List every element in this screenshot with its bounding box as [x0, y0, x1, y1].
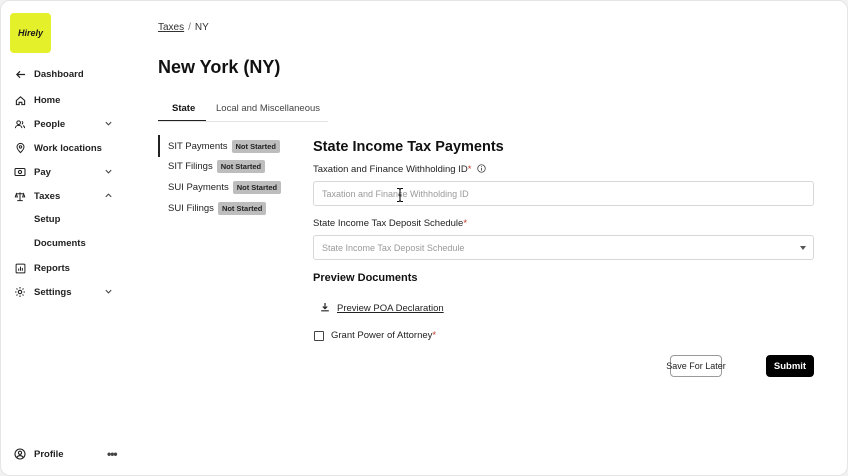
status-badge: Not Started: [231, 139, 280, 153]
sidebar-item-home[interactable]: Home: [1, 90, 131, 110]
withholding-id-label-text: Taxation and Finance Withholding ID: [313, 164, 468, 175]
deposit-schedule-label-text: State Income Tax Deposit Schedule: [313, 218, 464, 229]
sidebar-item-taxes[interactable]: Taxes: [1, 186, 131, 206]
subnav-item-label: SIT Filings: [168, 160, 213, 172]
sidebar: Hirely Dashboard Home People Work locati…: [1, 1, 131, 475]
preview-documents-title: Preview Documents: [313, 272, 418, 284]
breadcrumb-separator: /: [188, 22, 191, 33]
deposit-schedule-label: State Income Tax Deposit Schedule*: [313, 218, 467, 229]
deposit-schedule-placeholder: State Income Tax Deposit Schedule: [322, 242, 465, 253]
sidebar-item-settings[interactable]: Settings: [1, 282, 131, 302]
form-title: State Income Tax Payments: [313, 139, 504, 155]
sidebar-item-label: Dashboard: [34, 68, 84, 80]
grant-poa-label: Grant Power of Attorney: [331, 330, 433, 341]
subnav-item-label: SIT Payments: [168, 140, 228, 152]
tab-bar: State Local and Miscellaneous: [158, 97, 328, 122]
breadcrumb: Taxes / NY: [158, 22, 209, 33]
subnav-item-sui-payments[interactable]: SUI Payments Not Started: [168, 178, 282, 196]
download-icon: [320, 302, 330, 315]
sidebar-item-label: Home: [34, 94, 61, 106]
save-for-later-button[interactable]: Save For Later: [666, 355, 726, 377]
required-mark: *: [432, 330, 437, 341]
subnav-item-sui-filings[interactable]: SUI Filings Not Started: [168, 199, 267, 217]
required-mark: *: [463, 218, 468, 229]
sidebar-item-label: Profile: [34, 448, 64, 460]
preview-poa-link[interactable]: Preview POA Declaration: [320, 302, 444, 315]
preview-poa-link-text: Preview POA Declaration: [337, 303, 444, 314]
submit-button[interactable]: Submit: [766, 355, 814, 377]
sidebar-item-label: People: [34, 118, 66, 130]
chevron-down-icon: [104, 119, 114, 129]
brand-logo[interactable]: Hirely: [10, 13, 51, 53]
subnav-active-indicator: [158, 135, 160, 157]
sidebar-item-profile[interactable]: Profile •••: [1, 444, 131, 464]
withholding-id-label: Taxation and Finance Withholding ID*: [313, 164, 486, 175]
grant-poa-checkbox[interactable]: [314, 330, 324, 341]
sidebar-item-work-locations[interactable]: Work locations: [1, 138, 131, 158]
scale-icon: [14, 190, 26, 202]
brand-logo-text: Hirely: [17, 28, 43, 38]
arrow-left-icon: [14, 68, 26, 80]
info-icon[interactable]: [477, 164, 486, 173]
chart-icon: [14, 262, 26, 274]
subnav-item-sit-filings[interactable]: SIT Filings Not Started: [168, 157, 266, 175]
gear-icon: [14, 286, 26, 298]
breadcrumb-current: NY: [194, 22, 209, 33]
tab-state[interactable]: State: [172, 103, 195, 114]
subnav-item-sit-payments[interactable]: SIT Payments Not Started: [168, 137, 280, 155]
user-circle-icon: [14, 448, 26, 460]
breadcrumb-link-taxes[interactable]: Taxes: [158, 22, 184, 33]
chevron-down-icon: [104, 287, 114, 297]
sidebar-item-reports[interactable]: Reports: [1, 258, 131, 278]
money-icon: [14, 166, 26, 178]
home-icon: [14, 94, 26, 106]
withholding-id-input[interactable]: [313, 181, 814, 206]
status-badge: Not Started: [217, 201, 267, 215]
text-cursor-icon: [396, 187, 404, 203]
subnav-item-label: SUI Filings: [168, 202, 214, 214]
status-badge: Not Started: [216, 159, 266, 173]
sidebar-item-people[interactable]: People: [1, 114, 131, 134]
chevron-up-icon: [104, 191, 114, 201]
status-badge: Not Started: [232, 180, 282, 194]
chevron-down-icon: [104, 167, 114, 177]
sidebar-item-label: Reports: [34, 262, 70, 274]
sidebar-item-pay[interactable]: Pay: [1, 162, 131, 182]
people-icon: [14, 118, 26, 130]
app-window: Hirely Dashboard Home People Work locati…: [0, 0, 848, 476]
tab-divider: [158, 121, 328, 122]
location-pin-icon: [14, 142, 26, 154]
sidebar-subitem-documents[interactable]: Documents: [34, 238, 86, 249]
sidebar-item-label: Taxes: [34, 190, 61, 202]
sidebar-item-label: Settings: [34, 286, 72, 298]
subnav-item-label: SUI Payments: [168, 181, 229, 193]
grant-poa-row: Grant Power of Attorney *: [314, 330, 436, 341]
page-title: New York (NY): [158, 57, 281, 77]
sidebar-item-label: Work locations: [34, 142, 102, 154]
tab-local-misc[interactable]: Local and Miscellaneous: [216, 103, 320, 114]
more-dots-icon[interactable]: •••: [107, 447, 118, 461]
caret-down-icon: [800, 246, 806, 250]
sidebar-item-dashboard[interactable]: Dashboard: [1, 64, 131, 84]
sidebar-item-label: Pay: [34, 166, 51, 178]
sidebar-subitem-setup[interactable]: Setup: [34, 214, 60, 225]
deposit-schedule-select[interactable]: State Income Tax Deposit Schedule: [313, 235, 814, 260]
required-mark: *: [467, 164, 472, 175]
